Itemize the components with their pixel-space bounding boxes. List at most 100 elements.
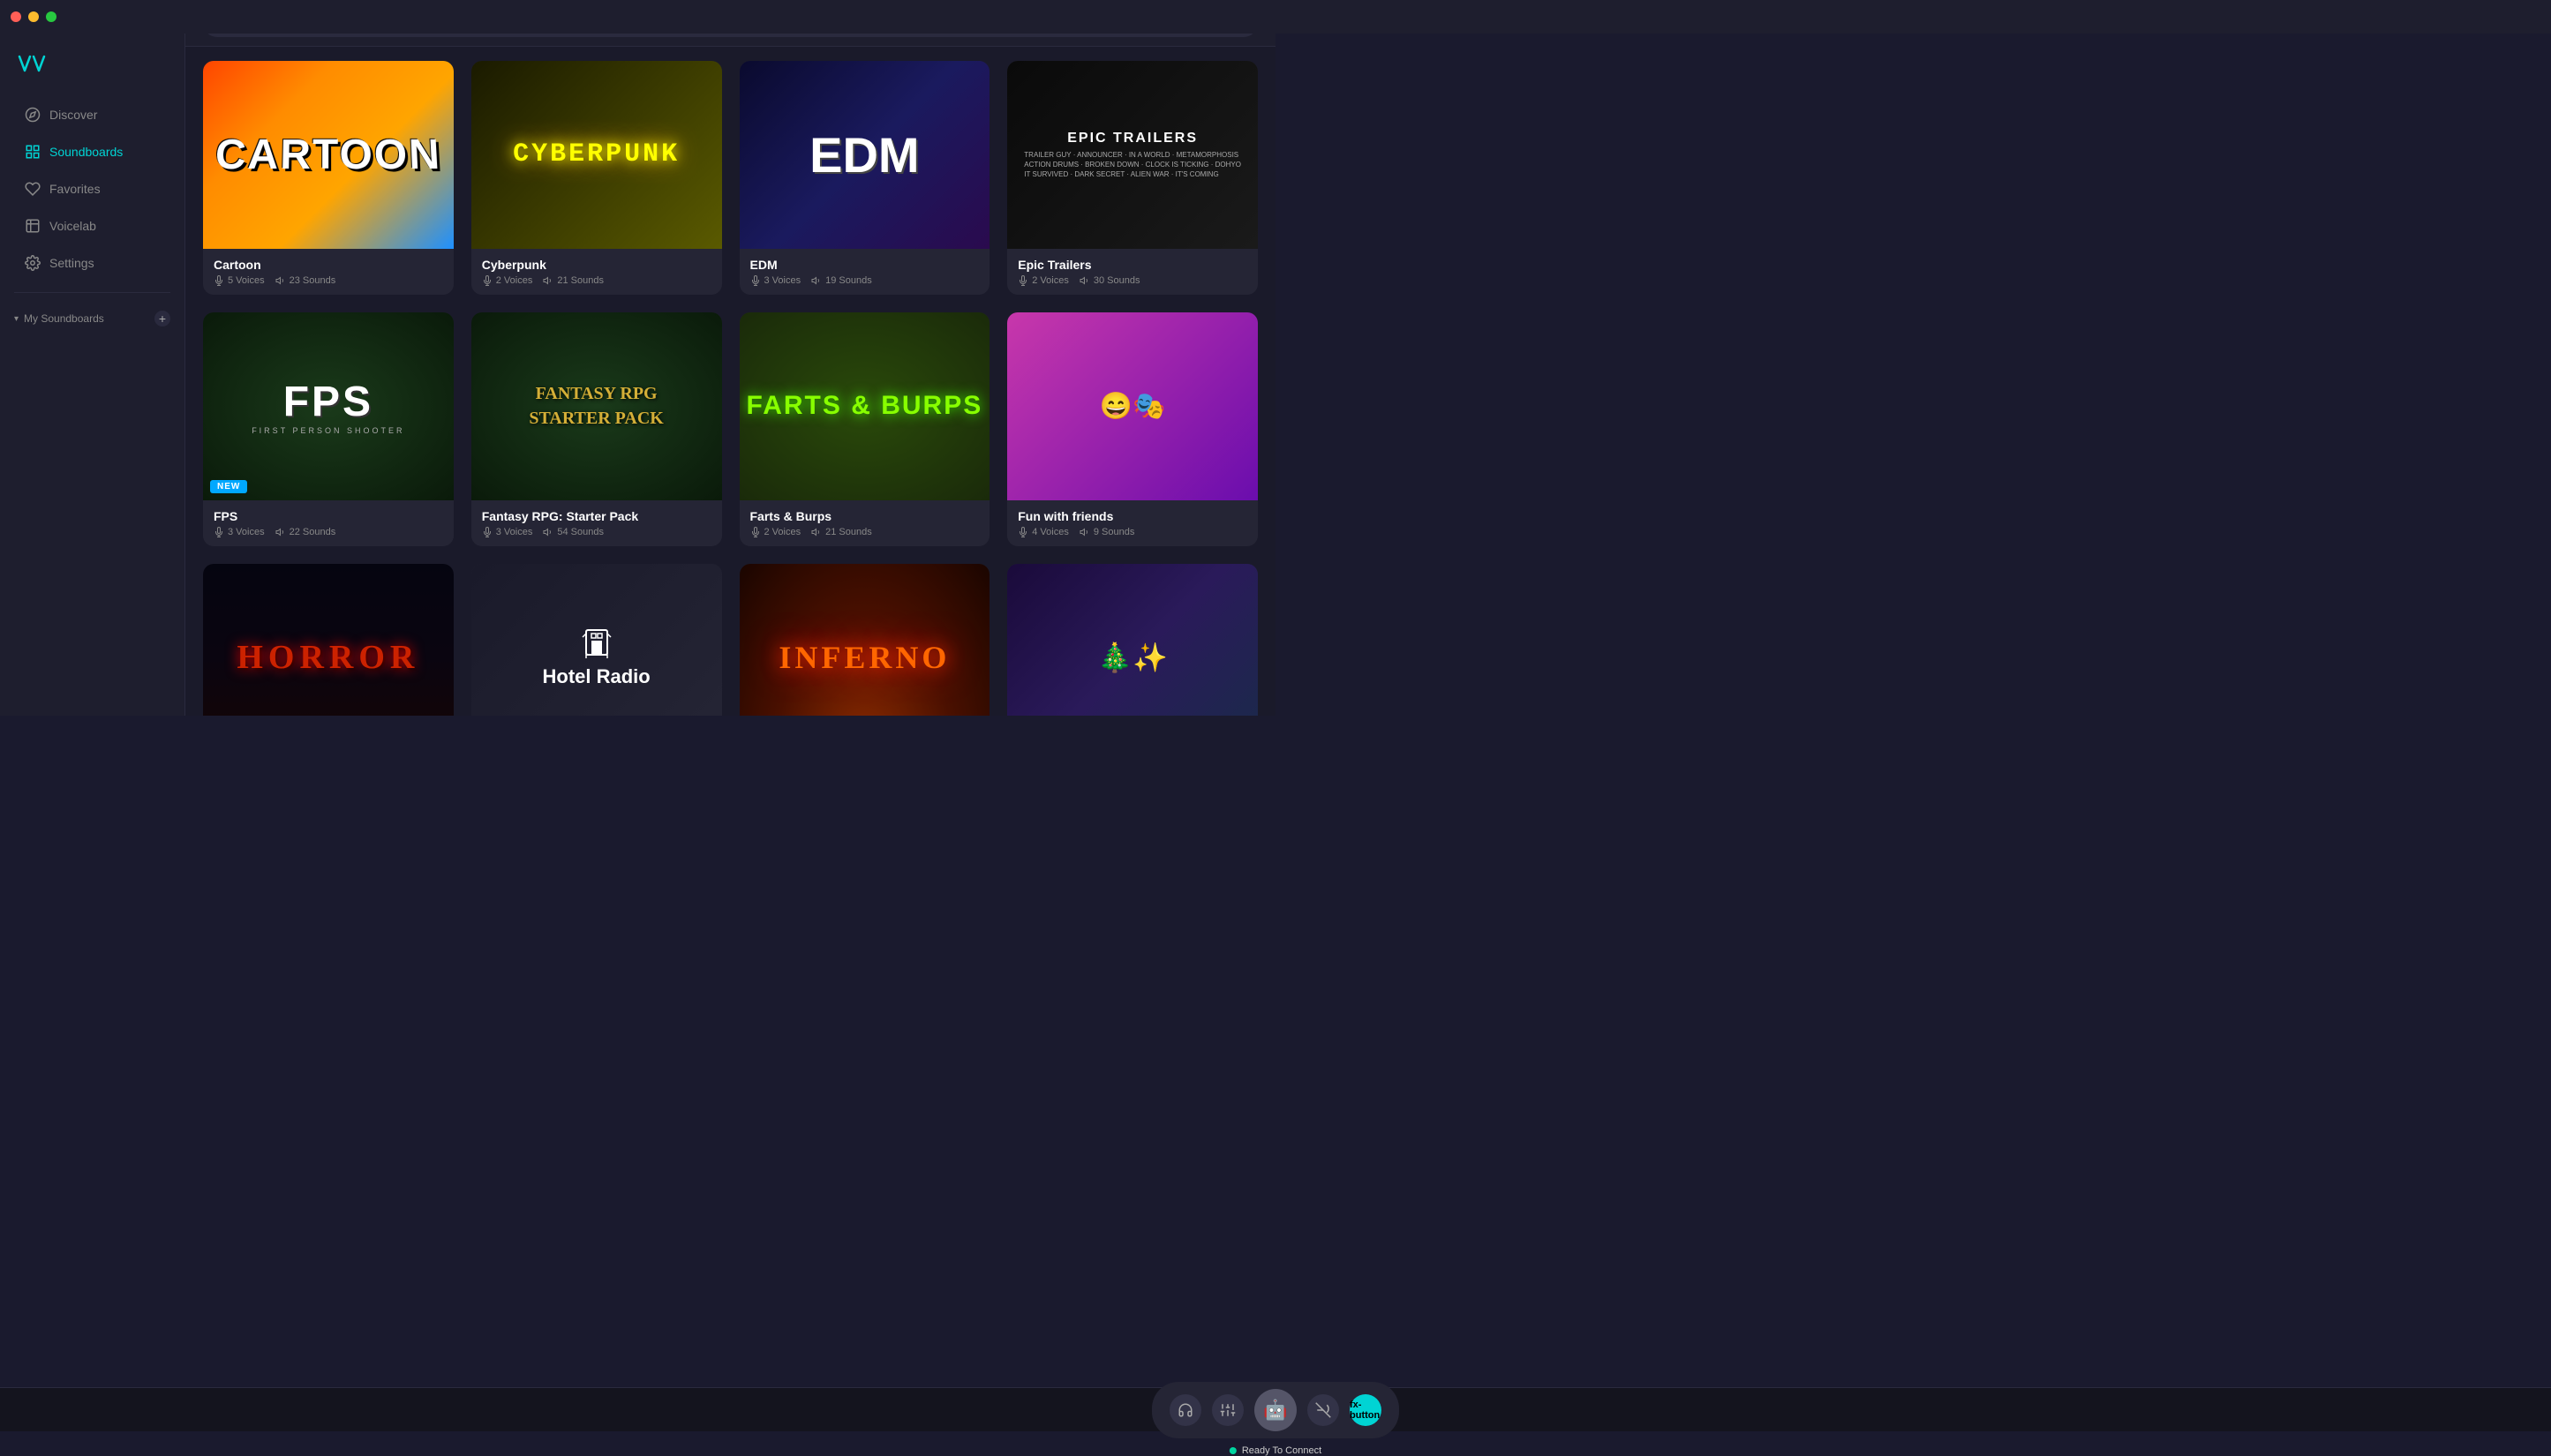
sound-icon: [543, 527, 553, 537]
voices-meta: 4 Voices: [1018, 527, 1069, 537]
sidebar-item-label: Voicelab: [49, 219, 96, 233]
ear-mute-icon: [1315, 1402, 1331, 1418]
voices-meta: 2 Voices: [1018, 275, 1069, 286]
card-info-epic: Epic Trailers 2 Voices 30 Sounds: [1007, 249, 1258, 295]
sidebar-item-settings[interactable]: Settings: [7, 246, 177, 280]
card-meta: 4 Voices 9 Sounds: [1018, 527, 1247, 537]
card-title: Cartoon: [214, 258, 443, 272]
close-button[interactable]: [11, 11, 21, 22]
mic-icon: [482, 527, 493, 537]
hotel-text: Hotel Radio: [543, 665, 651, 688]
card-title: Cyberpunk: [482, 258, 711, 272]
mic-icon: [1018, 527, 1028, 537]
mic-icon: [214, 275, 224, 286]
my-soundboards-header[interactable]: ▾ My Soundboards +: [0, 304, 184, 334]
fx-label: fx-button: [1350, 1400, 1381, 1421]
voices-meta: 5 Voices: [214, 275, 265, 286]
bottom-controls: 🤖 fx-button Ready To Connect: [1152, 1382, 1399, 1438]
sidebar-item-favorites[interactable]: Favorites: [7, 172, 177, 206]
my-soundboards-label: My Soundboards: [24, 312, 104, 325]
mic-icon: [482, 275, 493, 286]
headphone-button[interactable]: [1170, 1394, 1201, 1426]
fx-button[interactable]: fx-button: [1350, 1394, 1381, 1426]
cartoon-image-text: CARTOON: [214, 131, 442, 179]
soundboards-grid-container: CARTOON Cartoon 5 Voices 23 Sounds: [185, 47, 1276, 716]
friends-emoji: 😄🎭: [1100, 391, 1166, 422]
chevron-down-icon: ▾: [14, 314, 19, 324]
jingly-image-text: 🎄✨: [1097, 641, 1168, 674]
sound-icon: [811, 527, 822, 537]
minimize-button[interactable]: [28, 11, 39, 22]
add-soundboard-button[interactable]: +: [154, 311, 170, 326]
epic-image-sub: TRAILER GUY · ANNOUNCER · IN A WORLD · M…: [1024, 150, 1241, 180]
soundboard-card-fun-with-friends[interactable]: 😄🎭 Fun with friends 4 Voices 9 Sounds: [1007, 312, 1258, 546]
sidebar-item-label: Favorites: [49, 182, 101, 196]
sidebar-item-soundboards[interactable]: Soundboards: [7, 135, 177, 169]
sidebar: Discover Soundboards Favorites Voicelab …: [0, 0, 185, 716]
soundboard-card-fps[interactable]: FPS FIRST PERSON SHOOTER NEW FPS 3 Voice…: [203, 312, 454, 546]
fps-sub-text: FIRST PERSON SHOOTER: [252, 426, 404, 435]
mic-icon: [1018, 275, 1028, 286]
card-info-friends: Fun with friends 4 Voices 9 Sounds: [1007, 500, 1258, 546]
card-meta: 5 Voices 23 Sounds: [214, 275, 443, 286]
voices-meta: 2 Voices: [482, 275, 533, 286]
sidebar-item-label: Soundboards: [49, 145, 123, 159]
soundboard-card-horror[interactable]: HORROR Horror 11 Voices 21 Sounds: [203, 564, 454, 716]
card-image-cartoon: CARTOON: [203, 61, 454, 249]
farts-image-text: FARTS & BURPS: [747, 391, 983, 421]
soundboard-card-inferno[interactable]: INFERNO Inferno 2 Voices 12 Sounds: [740, 564, 990, 716]
card-title: EDM: [750, 258, 980, 272]
maximize-button[interactable]: [46, 11, 56, 22]
sound-icon: [1080, 275, 1090, 286]
soundboard-card-farts-burps[interactable]: FARTS & BURPS Farts & Burps 2 Voices 21 …: [740, 312, 990, 546]
sound-icon: [275, 275, 286, 286]
soundboards-icon: [25, 144, 41, 160]
hotel-icon-container: Hotel Radio: [543, 627, 651, 688]
hotel-svg-icon: [579, 627, 614, 662]
edm-image-text: EDM: [809, 126, 919, 184]
card-title: Epic Trailers: [1018, 258, 1247, 272]
voices-meta: 3 Voices: [214, 527, 265, 537]
fps-image-text: FPS: [283, 378, 373, 426]
card-info-fps: FPS 3 Voices 22 Sounds: [203, 500, 454, 546]
favorites-icon: [25, 181, 41, 197]
card-image-horror: HORROR: [203, 564, 454, 716]
card-image-jingly: 🎄✨: [1007, 564, 1258, 716]
voices-meta: 2 Voices: [750, 527, 801, 537]
status-dot: [1230, 1447, 1237, 1454]
mic-icon: [750, 527, 761, 537]
sounds-meta: 9 Sounds: [1080, 527, 1134, 537]
card-image-cyberpunk: CYBERPUNK: [471, 61, 722, 249]
sliders-icon: [1220, 1402, 1236, 1418]
soundboard-card-edm[interactable]: EDM EDM 3 Voices 19 Sounds: [740, 61, 990, 295]
soundboard-card-cyberpunk[interactable]: CYBERPUNK Cyberpunk 2 Voices 21 Sounds: [471, 61, 722, 295]
soundboard-card-cartoon[interactable]: CARTOON Cartoon 5 Voices 23 Sounds: [203, 61, 454, 295]
mic-icon: [214, 527, 224, 537]
new-badge: NEW: [210, 480, 247, 493]
soundboards-grid: CARTOON Cartoon 5 Voices 23 Sounds: [203, 61, 1258, 716]
sidebar-item-voicelab[interactable]: Voicelab: [7, 209, 177, 243]
soundboard-card-hotel-radio[interactable]: Hotel Radio Hotel Radio 1 Voice 12 Sound: [471, 564, 722, 716]
sidebar-item-discover[interactable]: Discover: [7, 98, 177, 131]
sounds-meta: 21 Sounds: [811, 527, 872, 537]
sound-icon: [811, 275, 822, 286]
card-image-epic: EPIC TRAILERS TRAILER GUY · ANNOUNCER · …: [1007, 61, 1258, 249]
card-meta: 3 Voices 22 Sounds: [214, 527, 443, 537]
card-image-fantasy: FANTASY RPGSTARTER PACK: [471, 312, 722, 500]
soundboard-card-epic-trailers[interactable]: EPIC TRAILERS TRAILER GUY · ANNOUNCER · …: [1007, 61, 1258, 295]
headphone-icon: [1178, 1402, 1193, 1418]
card-title: Farts & Burps: [750, 509, 980, 523]
inferno-image-text: INFERNO: [779, 639, 950, 676]
card-image-hotel: Hotel Radio: [471, 564, 722, 716]
soundboard-card-jingly-christmas[interactable]: 🎄✨ Jingly Christmas 3 Voices 21 Sounds: [1007, 564, 1258, 716]
avatar-button[interactable]: 🤖: [1254, 1389, 1297, 1431]
sliders-button[interactable]: [1212, 1394, 1244, 1426]
card-info-edm: EDM 3 Voices 19 Sounds: [740, 249, 990, 295]
status-text: Ready To Connect: [1242, 1445, 1321, 1456]
discover-icon: [25, 107, 41, 123]
sidebar-item-label: Settings: [49, 256, 94, 270]
card-image-edm: EDM: [740, 61, 990, 249]
card-meta: 3 Voices 54 Sounds: [482, 527, 711, 537]
ear-mute-button[interactable]: [1307, 1394, 1339, 1426]
soundboard-card-fantasy-rpg[interactable]: FANTASY RPGSTARTER PACK Fantasy RPG: Sta…: [471, 312, 722, 546]
